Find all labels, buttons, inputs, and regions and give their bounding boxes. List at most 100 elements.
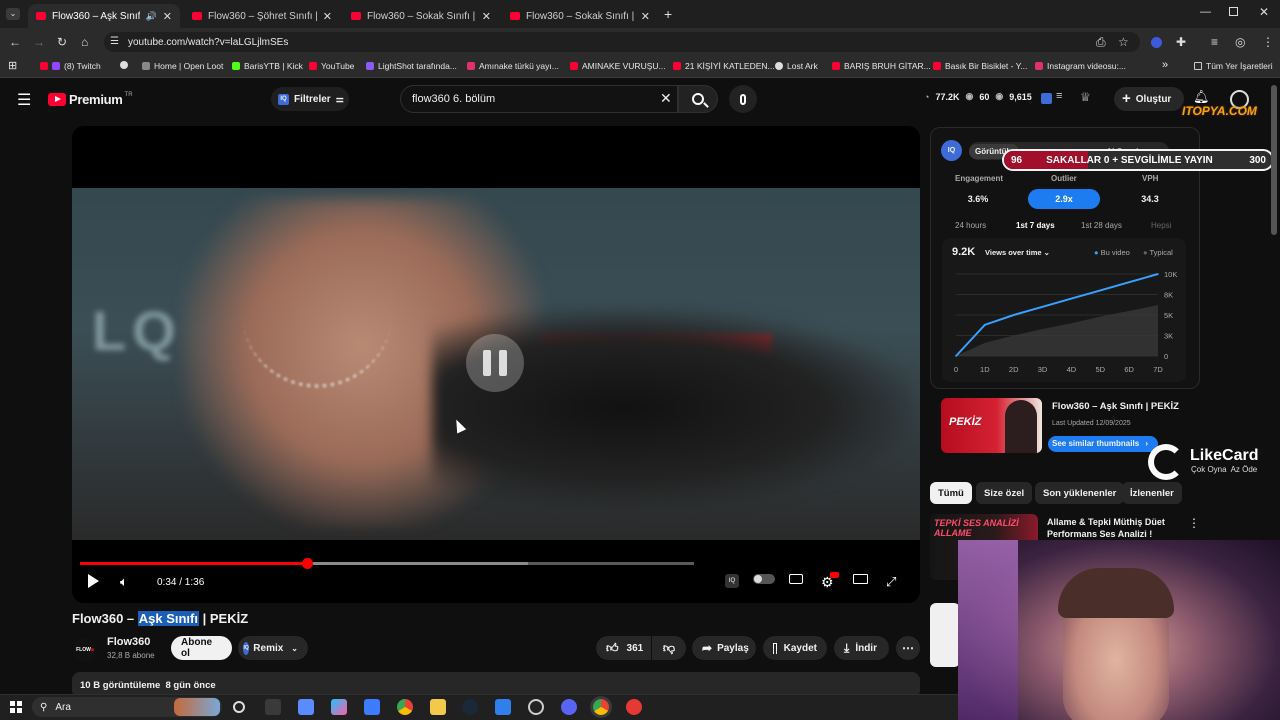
close-tab-icon[interactable]: ✕ (323, 10, 332, 23)
browser-tab[interactable]: Flow360 – Sokak Sınıfı | Ali Cha ✕ (343, 4, 499, 28)
chip-for-you[interactable]: Size özel (976, 482, 1033, 504)
install-app-icon[interactable]: ⎙ (1096, 35, 1106, 50)
bookmark-item[interactable]: Lost Ark (775, 61, 818, 71)
new-tab-icon[interactable]: + (664, 6, 672, 22)
menu-dots-icon[interactable]: ⋮ (1262, 35, 1274, 49)
app-icon[interactable] (298, 699, 314, 715)
explorer-icon[interactable] (430, 699, 446, 715)
media-control-icon[interactable]: ≡ (1211, 35, 1218, 49)
vidiq-filters-button[interactable]: IQ Filtreler ⚌ (271, 87, 349, 111)
reload-icon[interactable]: ↻ (57, 35, 67, 49)
chip-watched[interactable]: İzlenenler (1122, 482, 1182, 504)
windows-start-icon[interactable] (10, 701, 22, 713)
thumbnail-preview[interactable]: PEKİZ (941, 398, 1042, 453)
browser-tab[interactable]: Flow360 – Aşk Sınıfı | PEKİZ 🔊 ✕ (28, 4, 180, 28)
progress-bar[interactable] (80, 558, 694, 569)
profile-icon[interactable]: ◎ (1235, 35, 1245, 49)
clear-search-icon[interactable]: ✕ (660, 90, 672, 107)
notifications-bell-icon[interactable]: 🔔︎ (1193, 89, 1210, 105)
store-icon[interactable] (364, 699, 380, 715)
fullscreen-button[interactable]: ⤢ (886, 574, 896, 590)
vidiq-channel-stats[interactable]: ◔ 77.2K ◉ 60 ◉ 9,615 (924, 91, 1032, 102)
recommended-title[interactable]: Allame & Tepki Müthiş Düet Performans Se… (1047, 516, 1177, 540)
bookmark-star-icon[interactable]: ☆ (1118, 35, 1129, 49)
create-button[interactable]: + Oluştur (1114, 87, 1184, 111)
close-window-icon[interactable]: ✕ (1259, 5, 1269, 19)
settings-button[interactable]: ⚙ (821, 572, 839, 591)
bookmark-item[interactable]: AMINAKE VURUŞU... (570, 61, 666, 71)
bookmark-item[interactable]: Instagram videosu:... (1035, 61, 1126, 71)
chart-metric-dropdown[interactable]: Views over time ⌄ (985, 248, 1050, 257)
bookmark-item[interactable]: BarisYTB | Kick (232, 61, 303, 71)
back-icon[interactable]: ← (9, 35, 21, 49)
channel-name[interactable]: Flow360 (107, 636, 150, 648)
chrome-icon[interactable] (593, 699, 609, 715)
youtube-logo[interactable]: Premium TR (48, 92, 133, 107)
channel-avatar[interactable]: FLOW ■ (73, 638, 97, 662)
bookmark-item[interactable] (120, 61, 132, 69)
tab-list-button[interactable]: ⌄ (6, 8, 20, 20)
site-info-icon[interactable]: ☰ (110, 36, 119, 47)
copilot-icon[interactable] (331, 699, 347, 715)
chrome-icon[interactable] (397, 699, 413, 715)
forward-icon[interactable]: → (33, 35, 45, 49)
mute-button[interactable]: 🔈︎ (120, 574, 128, 590)
search-input[interactable]: flow360 6. bölüm (400, 85, 678, 113)
taskbar-search[interactable]: ⚲ Ara (32, 697, 222, 717)
all-bookmarks-folder[interactable]: Tüm Yer İşaretleri (1194, 61, 1273, 71)
play-button[interactable] (88, 574, 99, 588)
recommended-thumbnail[interactable] (930, 603, 960, 667)
obs-icon[interactable] (528, 699, 544, 715)
close-tab-icon[interactable]: ✕ (482, 10, 491, 23)
apps-grid-icon[interactable]: ⊞ (8, 59, 17, 72)
list-icon[interactable]: ≡ (1056, 90, 1062, 102)
bookmark-item[interactable]: Home | Open Loot (142, 61, 223, 71)
similar-thumbnails-button[interactable]: See similar thumbnails › (1048, 436, 1158, 452)
browser-tab[interactable]: Flow360 – Şöhret Sınıfı | Pisko ✕ (184, 4, 340, 28)
save-button[interactable]: Kaydet (763, 636, 827, 660)
subtitles-button[interactable] (789, 574, 803, 584)
search-button[interactable] (678, 85, 718, 113)
pause-overlay-icon[interactable] (466, 334, 524, 392)
range-all[interactable]: Hepsi (1151, 221, 1171, 230)
voice-search-button[interactable] (729, 85, 757, 113)
more-actions-button[interactable]: ⋯ (896, 636, 920, 660)
trophy-icon[interactable]: ♕ (1080, 90, 1091, 104)
guide-menu-icon[interactable]: ☰ (17, 90, 31, 110)
task-view-icon[interactable] (233, 701, 245, 713)
speaker-icon[interactable]: 🔊 (146, 11, 157, 22)
minimize-icon[interactable]: — (1200, 6, 1211, 18)
more-options-icon[interactable]: ⋮ (1188, 516, 1200, 530)
home-icon[interactable]: ⌂ (81, 35, 88, 49)
outlier-value[interactable]: 2.9x (1028, 189, 1100, 209)
vidiq-player-button[interactable]: IQ (725, 574, 739, 588)
download-button[interactable]: ⤓ İndir (834, 636, 889, 660)
maximize-icon[interactable] (1229, 7, 1238, 16)
chip-recent[interactable]: Son yüklenenler (1035, 482, 1125, 504)
bookmark-item[interactable]: LightShot tarafında... (366, 61, 457, 71)
theater-mode-button[interactable] (853, 574, 868, 584)
like-button[interactable]: 👍︎ 361 (596, 636, 651, 660)
steam-icon[interactable] (462, 699, 478, 715)
share-button[interactable]: ➦ Paylaş (692, 636, 756, 660)
scrubber-handle[interactable] (302, 558, 314, 569)
scrollbar[interactable] (1271, 85, 1277, 235)
bookmark-item[interactable]: Amınake türkü yayı... (467, 61, 559, 71)
remix-button[interactable]: IQ Remix ⌄ (238, 636, 308, 660)
range-7d[interactable]: 1st 7 days (1016, 221, 1055, 230)
app-icon[interactable] (495, 699, 511, 715)
more-bookmarks-icon[interactable]: » (1162, 59, 1168, 71)
bookmark-item[interactable]: YouTube (309, 61, 354, 71)
app-icon[interactable] (626, 699, 642, 715)
discord-icon[interactable] (561, 699, 577, 715)
extension-vidiq-icon[interactable] (1151, 37, 1162, 48)
bookmark-item[interactable]: 21 KİŞİYİ KATLEDEN... (673, 61, 775, 71)
extensions-icon[interactable]: ✚ (1176, 35, 1186, 49)
address-bar[interactable]: youtube.com/watch?v=laLGLjlmSEs (104, 32, 1140, 52)
autoplay-toggle[interactable] (753, 574, 775, 584)
video-player[interactable]: LQ 🔈︎ 0:34 / 1:36 IQ ⚙ ⤢ (72, 126, 920, 603)
range-28d[interactable]: 1st 28 days (1081, 221, 1122, 230)
widgets-icon[interactable] (265, 699, 281, 715)
close-tab-icon[interactable]: ✕ (163, 10, 172, 23)
chip-all[interactable]: Tümü (930, 482, 972, 504)
